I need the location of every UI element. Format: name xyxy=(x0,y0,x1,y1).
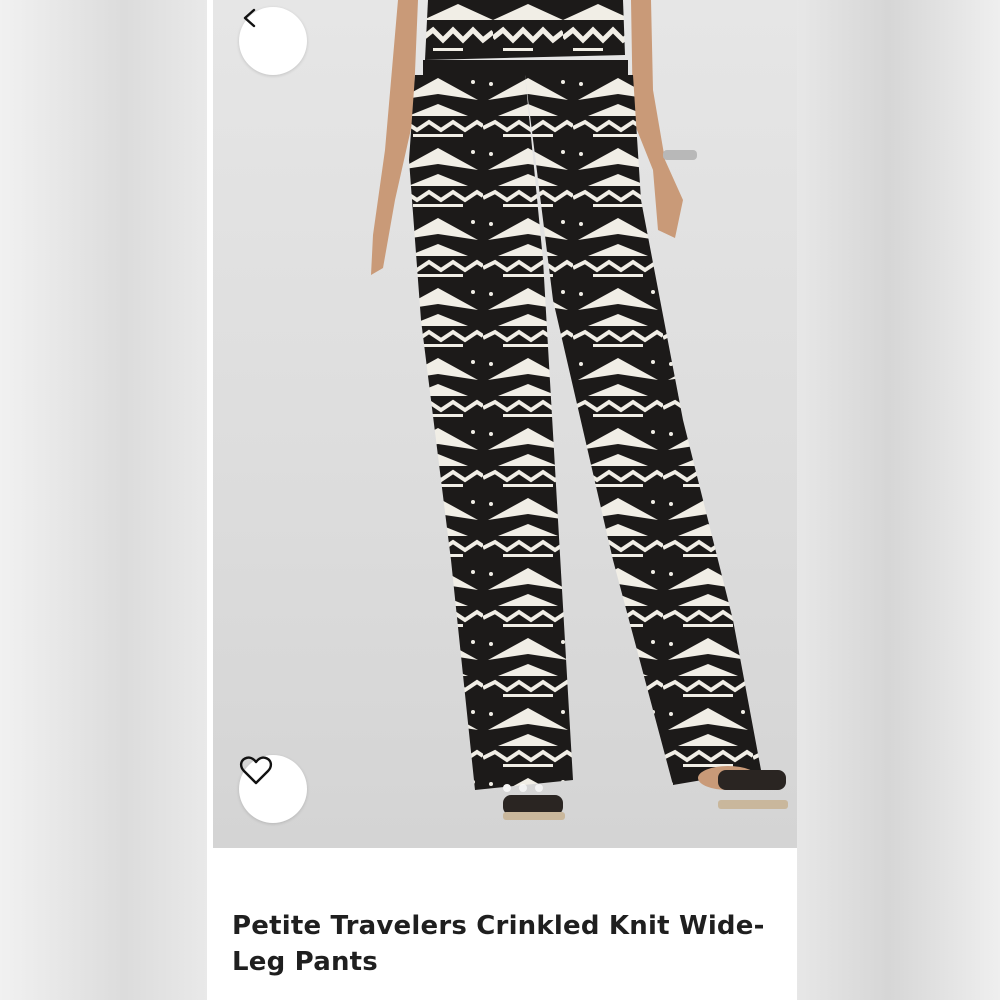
price-partial xyxy=(232,992,352,1000)
product-title: Petite Travelers Crinkled Knit Wide-Leg … xyxy=(232,911,765,977)
favorite-button[interactable] xyxy=(239,755,307,823)
carousel-dot[interactable] xyxy=(503,784,511,792)
right-backdrop xyxy=(797,0,1000,1000)
carousel-indicator xyxy=(503,784,543,792)
product-page: Petite Travelers Crinkled Knit Wide-Leg … xyxy=(207,0,797,1000)
product-photo xyxy=(371,0,788,820)
back-button[interactable] xyxy=(239,7,307,75)
carousel-dot[interactable] xyxy=(519,784,527,792)
carousel-dot[interactable] xyxy=(535,784,543,792)
product-image[interactable] xyxy=(213,0,797,848)
left-backdrop xyxy=(0,0,207,1000)
heart-outline-icon xyxy=(239,756,273,785)
chevron-left-icon xyxy=(243,8,256,28)
